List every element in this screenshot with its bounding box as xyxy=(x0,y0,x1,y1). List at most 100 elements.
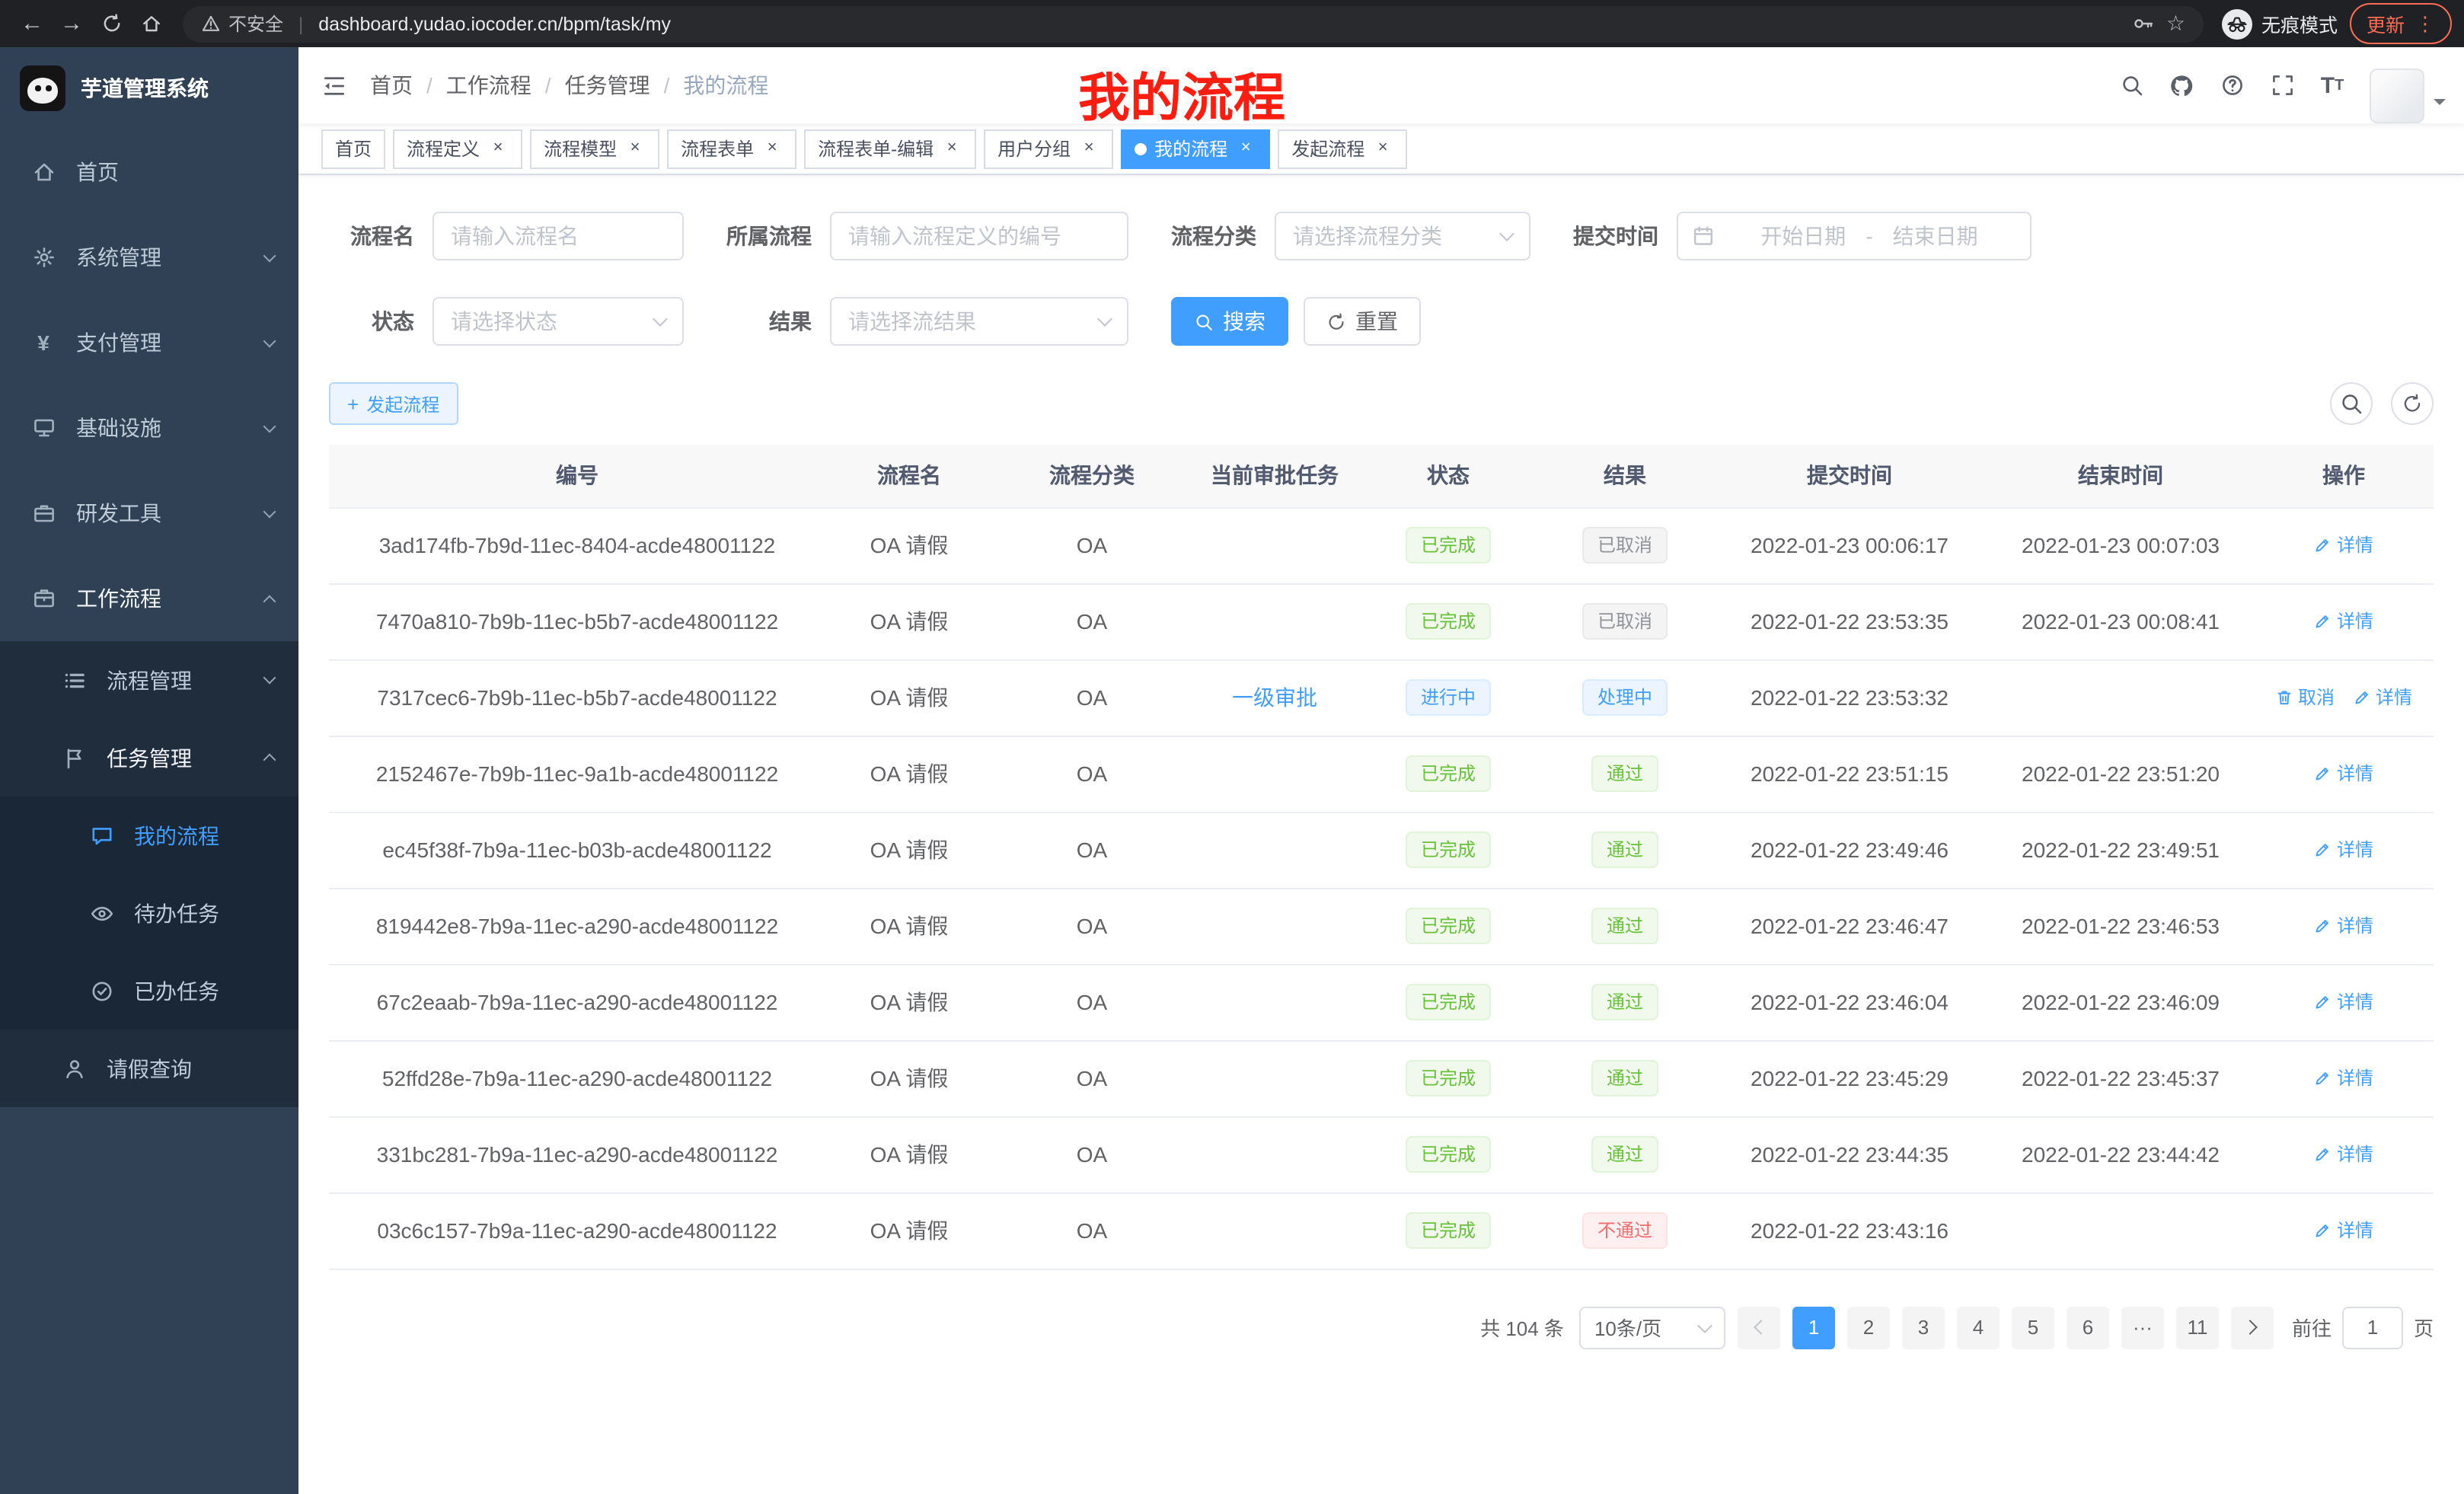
detail-link[interactable]: 详情 xyxy=(2314,1065,2373,1091)
cell-actions: 详情 xyxy=(2254,507,2434,583)
close-icon[interactable]: × xyxy=(941,138,962,159)
tab-home[interactable]: 首页 xyxy=(321,129,385,168)
category-select[interactable]: 请选择流程分类 xyxy=(1275,212,1530,260)
sidebar-item-infrastructure[interactable]: 基础设施 xyxy=(0,385,298,471)
result-badge: 通过 xyxy=(1591,984,1658,1020)
page-button-6[interactable]: 6 xyxy=(2067,1306,2109,1349)
reload-button[interactable] xyxy=(91,4,131,43)
cell-name: OA 请假 xyxy=(825,1040,993,1116)
tab-process-definition[interactable]: 流程定义× xyxy=(393,129,522,168)
font-size-icon[interactable]: TT xyxy=(2307,47,2357,123)
github-icon[interactable] xyxy=(2156,47,2207,123)
result-badge: 通过 xyxy=(1591,832,1658,868)
next-page-button[interactable] xyxy=(2231,1306,2274,1349)
close-icon[interactable]: × xyxy=(624,138,646,159)
address-divider: | xyxy=(298,13,303,34)
process-name-input[interactable]: 请输入流程名 xyxy=(432,212,684,260)
table-row: 3ad174fb-7b9d-11ec-8404-acde48001122OA 请… xyxy=(329,507,2434,583)
pagination-ellipsis[interactable]: ··· xyxy=(2121,1306,2164,1349)
detail-link[interactable]: 详情 xyxy=(2314,532,2373,558)
prev-page-button[interactable] xyxy=(1738,1306,1780,1349)
goto-page-input[interactable]: 1 xyxy=(2342,1306,2403,1349)
close-icon[interactable]: × xyxy=(1372,138,1393,159)
fullscreen-icon[interactable] xyxy=(2257,47,2307,123)
home-button[interactable] xyxy=(131,4,171,43)
result-badge: 通过 xyxy=(1591,1136,1658,1173)
page-button-2[interactable]: 2 xyxy=(1847,1306,1890,1349)
detail-link[interactable]: 详情 xyxy=(2314,1218,2373,1243)
sidebar-toggle-button[interactable] xyxy=(298,47,370,123)
tab-process-form-edit[interactable]: 流程表单-编辑× xyxy=(804,129,976,168)
create-process-button[interactable]: + 发起流程 xyxy=(329,382,458,425)
tab-process-model[interactable]: 流程模型× xyxy=(530,129,659,168)
close-icon[interactable]: × xyxy=(487,138,509,159)
sidebar-item-task-mgmt[interactable]: 任务管理 xyxy=(0,719,298,796)
cancel-link[interactable]: 取消 xyxy=(2275,685,2335,710)
cell-end-time: 2022-01-22 23:51:20 xyxy=(1987,736,2254,812)
sidebar-item-leave-query[interactable]: 请假查询 xyxy=(0,1030,298,1107)
page-button-1[interactable]: 1 xyxy=(1792,1306,1835,1349)
task-link[interactable]: 一级审批 xyxy=(1232,685,1317,710)
security-status[interactable]: 不安全 xyxy=(201,11,283,37)
cell-actions: 详情 xyxy=(2254,964,2434,1040)
menu-dots-icon[interactable]: ⋮ xyxy=(2415,14,2435,34)
app-logo[interactable]: 芋道管理系统 xyxy=(0,47,298,129)
chrome-update-button[interactable]: 更新 ⋮ xyxy=(2350,3,2452,44)
sidebar-item-todo-task[interactable]: 待办任务 xyxy=(0,874,298,952)
refresh-table-button[interactable] xyxy=(2391,382,2434,425)
close-icon[interactable]: × xyxy=(761,138,783,159)
date-range-input[interactable]: 开始日期 - 结束日期 xyxy=(1677,212,2032,260)
breadcrumb-item[interactable]: 任务管理 xyxy=(565,70,650,101)
sidebar-item-process-mgmt[interactable]: 流程管理 xyxy=(0,641,298,719)
cell-category: OA xyxy=(993,812,1191,888)
address-bar[interactable]: 不安全 | dashboard.yudao.iocoder.cn/bpm/tas… xyxy=(183,5,2204,42)
page-button-11[interactable]: 11 xyxy=(2176,1306,2219,1349)
detail-link[interactable]: 详情 xyxy=(2314,608,2373,634)
search-button[interactable]: 搜索 xyxy=(1171,297,1288,346)
edit-icon xyxy=(2314,917,2332,935)
detail-link[interactable]: 详情 xyxy=(2314,837,2373,863)
tab-process-form[interactable]: 流程表单× xyxy=(667,129,796,168)
detail-link[interactable]: 详情 xyxy=(2353,685,2412,710)
detail-link[interactable]: 详情 xyxy=(2314,989,2373,1015)
main-area: 首页/工作流程/任务管理/我的流程 我的流程 TT 首页流程定义×流程模型×流程… xyxy=(298,47,2464,1494)
detail-link[interactable]: 详情 xyxy=(2314,761,2373,787)
forward-button[interactable]: → xyxy=(52,4,91,43)
page-button-3[interactable]: 3 xyxy=(1902,1306,1945,1349)
sidebar-item-devtools[interactable]: 研发工具 xyxy=(0,471,298,556)
sidebar-item-my-process[interactable]: 我的流程 xyxy=(0,796,298,874)
status-select[interactable]: 请选择状态 xyxy=(432,297,684,346)
page-size-select[interactable]: 10条/页 xyxy=(1579,1306,1725,1349)
breadcrumb-item[interactable]: 首页 xyxy=(370,70,413,101)
detail-link[interactable]: 详情 xyxy=(2314,1141,2373,1167)
sidebar-item-payment[interactable]: ¥支付管理 xyxy=(0,300,298,385)
process-definition-input[interactable]: 请输入流程定义的编号 xyxy=(830,212,1128,260)
tab-my-process[interactable]: 我的流程× xyxy=(1121,129,1270,168)
close-icon[interactable]: × xyxy=(1078,138,1100,159)
breadcrumb-separator: / xyxy=(664,73,670,97)
user-menu[interactable] xyxy=(2370,47,2446,123)
tab-user-group[interactable]: 用户分组× xyxy=(984,129,1113,168)
page-button-4[interactable]: 4 xyxy=(1957,1306,2000,1349)
cell-id: 819442e8-7b9a-11ec-a290-acde48001122 xyxy=(329,888,825,964)
page-button-5[interactable]: 5 xyxy=(2012,1306,2054,1349)
sidebar-item-home[interactable]: 首页 xyxy=(0,129,298,215)
back-button[interactable]: ← xyxy=(12,4,52,43)
result-badge: 不通过 xyxy=(1582,1212,1668,1249)
tab-start-process[interactable]: 发起流程× xyxy=(1278,129,1407,168)
breadcrumb-item[interactable]: 工作流程 xyxy=(446,70,531,101)
detail-link[interactable]: 详情 xyxy=(2314,913,2373,939)
cell-id: 67c2eaab-7b9a-11ec-a290-acde48001122 xyxy=(329,964,825,1040)
bookmark-star-icon[interactable]: ☆ xyxy=(2166,11,2185,37)
search-icon[interactable] xyxy=(2106,47,2156,123)
toggle-search-button[interactable] xyxy=(2330,382,2373,425)
key-icon[interactable] xyxy=(2133,12,2156,35)
sidebar-item-workflow[interactable]: 工作流程 xyxy=(0,556,298,641)
result-select[interactable]: 请选择流结果 xyxy=(830,297,1128,346)
pagination: 共 104 条 10条/页 123456···11 前往 1 页 xyxy=(329,1306,2434,1349)
sidebar-item-done-task[interactable]: 已办任务 xyxy=(0,952,298,1030)
reset-button[interactable]: 重置 xyxy=(1304,297,1421,346)
help-icon[interactable] xyxy=(2207,47,2257,123)
sidebar-item-system[interactable]: 系统管理 xyxy=(0,215,298,300)
close-icon[interactable]: × xyxy=(1235,138,1256,159)
